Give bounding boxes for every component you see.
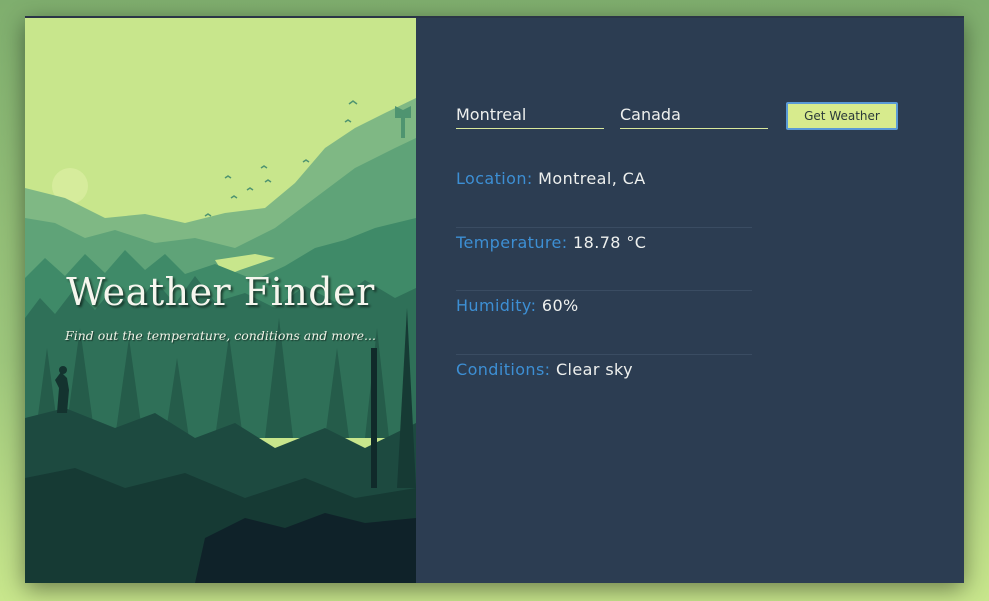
weather-results: Location: Montreal, CA Temperature: 18.7… (456, 164, 752, 418)
humidity-value: 60% (541, 296, 579, 315)
app-title: Weather Finder (66, 270, 375, 314)
temperature-row: Temperature: 18.78 °C (456, 228, 752, 291)
humidity-row: Humidity: 60% (456, 291, 752, 355)
humidity-label: Humidity: (456, 296, 537, 315)
temperature-label: Temperature: (456, 232, 568, 252)
weather-form: Get Weather (456, 100, 916, 130)
app-subtitle: Find out the temperature, conditions and… (65, 328, 376, 343)
city-input[interactable] (456, 100, 604, 129)
country-input[interactable] (620, 100, 768, 129)
conditions-label: Conditions: (456, 359, 551, 379)
location-row: Location: Montreal, CA (456, 164, 752, 228)
temperature-value: 18.78 °C (573, 232, 647, 252)
hero-panel: Weather Finder Find out the temperature,… (25, 18, 416, 583)
conditions-value: Clear sky (555, 359, 634, 379)
hero-text: Weather Finder Find out the temperature,… (25, 270, 416, 343)
get-weather-button[interactable]: Get Weather (786, 102, 898, 130)
location-value: Montreal, CA (538, 169, 646, 188)
app-card: Weather Finder Find out the temperature,… (25, 16, 964, 583)
weather-panel: Get Weather Location: Montreal, CA Tempe… (416, 18, 964, 583)
location-label: Location: (456, 169, 533, 188)
conditions-row: Conditions: Clear sky (456, 355, 752, 419)
